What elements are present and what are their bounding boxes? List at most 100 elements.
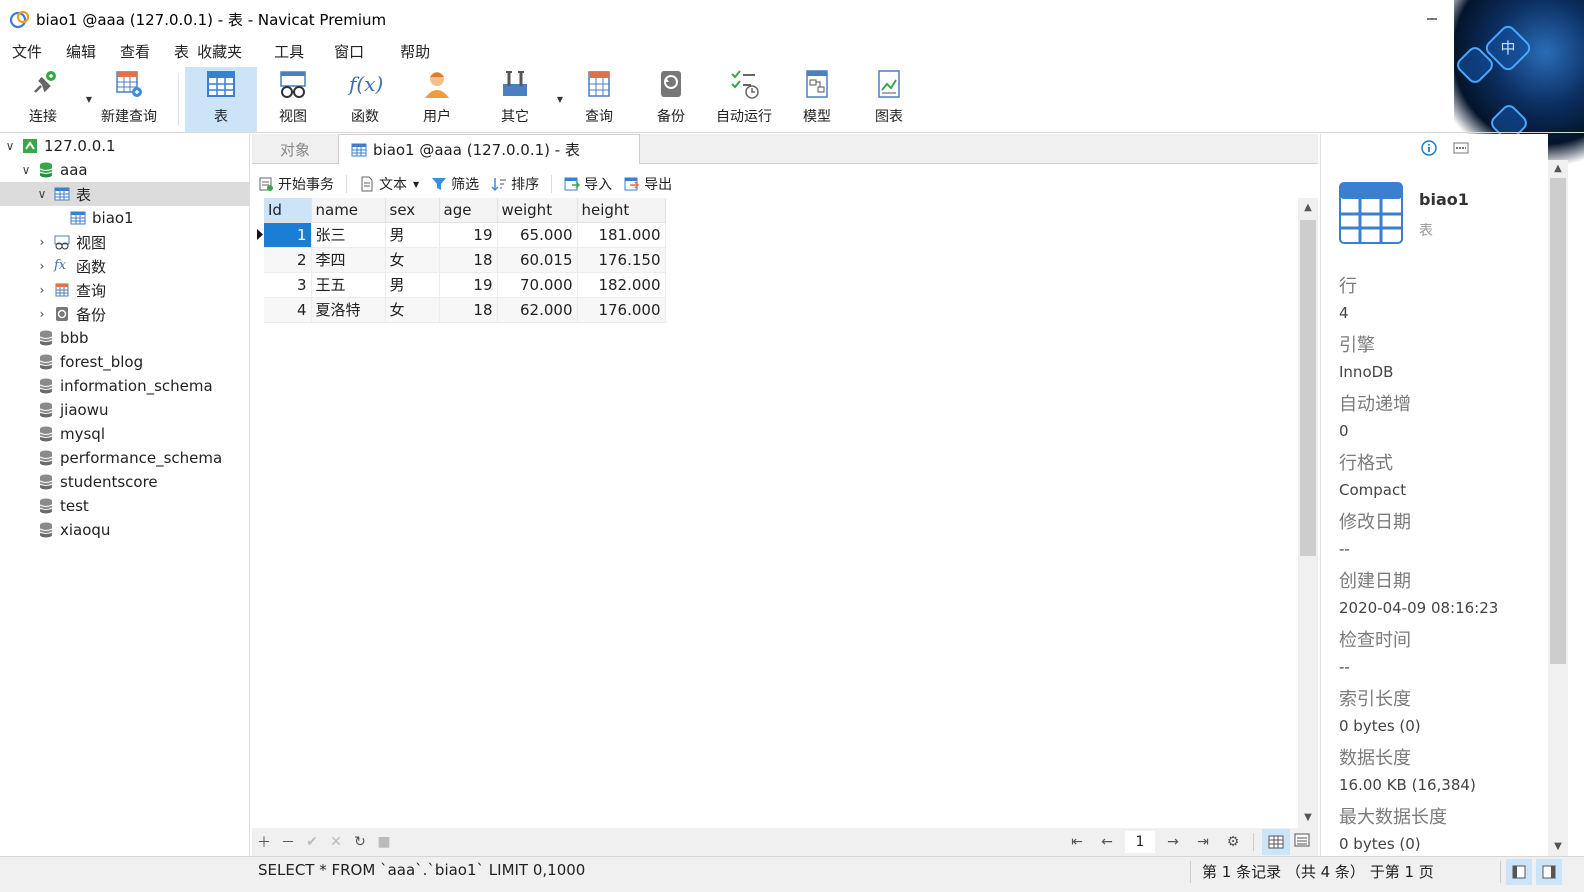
apply-changes-icon[interactable]: ✔ <box>300 834 324 850</box>
cell-name[interactable]: 夏洛特 <box>311 297 386 323</box>
tree-views-node[interactable]: › 视图 <box>0 230 249 254</box>
tree-database-aaa[interactable]: ∨ aaa <box>0 158 249 182</box>
menu-view[interactable]: 查看 <box>108 38 162 67</box>
cell-id[interactable]: 2 <box>264 247 312 273</box>
cell-weight[interactable]: 62.000 <box>497 297 578 323</box>
cell-sex[interactable]: 女 <box>385 247 440 273</box>
cell-sex[interactable]: 男 <box>385 222 440 248</box>
tab-biao1[interactable]: biao1 @aaa (127.0.0.1) - 表 <box>338 134 640 164</box>
column-header-id[interactable]: Id <box>264 198 312 223</box>
tree-database-performance_schema[interactable]: performance_schema <box>0 446 249 470</box>
cell-id[interactable]: 4 <box>264 297 312 323</box>
page-number-field[interactable]: 1 <box>1125 831 1155 853</box>
chevron-right-icon[interactable]: › <box>34 307 50 321</box>
cell-age[interactable]: 18 <box>439 297 498 323</box>
tree-tables-node[interactable]: ∨ 表 <box>0 182 249 206</box>
tree-database-jiaowu[interactable]: jiaowu <box>0 398 249 422</box>
cell-id[interactable]: 3 <box>264 272 312 298</box>
query-button[interactable]: 查询 <box>563 67 635 132</box>
scroll-up-icon[interactable]: ▲ <box>1298 198 1318 218</box>
refresh-icon[interactable]: ↻ <box>348 834 372 850</box>
stop-icon[interactable]: ■ <box>372 834 396 850</box>
filter-button[interactable]: 筛选 <box>425 171 485 197</box>
cell-sex[interactable]: 男 <box>385 272 440 298</box>
chevron-down-icon[interactable]: ∨ <box>34 187 50 201</box>
export-button[interactable]: 导出 <box>618 171 678 197</box>
scrollbar-thumb[interactable] <box>1550 178 1566 664</box>
cell-age[interactable]: 18 <box>439 247 498 273</box>
grid-vertical-scrollbar[interactable]: ▲ ▼ <box>1298 198 1318 828</box>
add-record-icon[interactable]: ＋ <box>252 832 276 852</box>
last-page-icon[interactable]: ⇥ <box>1191 834 1215 850</box>
tree-database-test[interactable]: test <box>0 494 249 518</box>
cell-height[interactable]: 176.150 <box>577 247 666 273</box>
chevron-right-icon[interactable]: › <box>34 283 50 297</box>
tree-connection[interactable]: ∨ 127.0.0.1 <box>0 134 249 158</box>
chart-button[interactable]: 图表 <box>853 67 925 132</box>
ddl-icon[interactable] <box>1453 140 1469 156</box>
toggle-tree-panel-button[interactable] <box>1506 859 1532 885</box>
column-header-weight[interactable]: weight <box>497 198 578 223</box>
table-button[interactable]: 表 <box>185 67 257 132</box>
tree-database-xiaoqu[interactable]: xiaoqu <box>0 518 249 542</box>
scrollbar-thumb[interactable] <box>1300 220 1316 556</box>
cell-height[interactable]: 176.000 <box>577 297 666 323</box>
cell-age[interactable]: 19 <box>439 222 498 248</box>
cell-name[interactable]: 李四 <box>311 247 386 273</box>
table-row[interactable]: 4 夏洛特女 18 62.000 176.000 <box>264 297 666 323</box>
sort-button[interactable]: 排序 <box>485 171 545 197</box>
others-button[interactable]: 其它 ▼ <box>473 67 563 132</box>
tree-database-mysql[interactable]: mysql <box>0 422 249 446</box>
view-button[interactable]: 视图 <box>257 67 329 132</box>
first-page-icon[interactable]: ⇤ <box>1065 834 1089 850</box>
delete-record-icon[interactable]: － <box>276 832 300 852</box>
table-row[interactable]: 3 王五男 19 70.000 182.000 <box>264 272 666 298</box>
connect-button[interactable]: 连接 ▼ <box>0 67 92 132</box>
tree-database-information_schema[interactable]: information_schema <box>0 374 249 398</box>
column-header-sex[interactable]: sex <box>385 198 440 223</box>
tree-backups-node[interactable]: › 备份 <box>0 302 249 326</box>
tree-database-studentscore[interactable]: studentscore <box>0 470 249 494</box>
tree-database-bbb[interactable]: bbb <box>0 326 249 350</box>
menu-window[interactable]: 窗口 <box>322 38 376 67</box>
chevron-down-icon[interactable]: ∨ <box>2 139 18 153</box>
tree-table-biao1[interactable]: biao1 <box>0 206 249 230</box>
menu-edit[interactable]: 编辑 <box>54 38 108 67</box>
minimize-button[interactable] <box>1422 9 1442 29</box>
cell-name[interactable]: 王五 <box>311 272 386 298</box>
text-dropdown-icon[interactable]: ▼ <box>413 180 419 189</box>
column-header-name[interactable]: name <box>311 198 386 223</box>
menu-table[interactable]: 表 <box>162 38 193 67</box>
chevron-right-icon[interactable]: › <box>34 235 50 249</box>
column-header-age[interactable]: age <box>439 198 498 223</box>
column-header-height[interactable]: height <box>577 198 666 223</box>
user-button[interactable]: 用户 <box>401 67 473 132</box>
cell-id[interactable]: 1 <box>264 222 312 248</box>
menu-file[interactable]: 文件 <box>0 38 54 67</box>
next-page-icon[interactable]: → <box>1161 834 1185 850</box>
scroll-down-icon[interactable]: ▼ <box>1548 838 1568 856</box>
model-button[interactable]: 模型 <box>781 67 853 132</box>
function-button[interactable]: f(x) 函数 <box>329 67 401 132</box>
menu-tools[interactable]: 工具 <box>262 38 316 67</box>
import-button[interactable]: 导入 <box>558 171 618 197</box>
cell-sex[interactable]: 女 <box>385 297 440 323</box>
cell-age[interactable]: 19 <box>439 272 498 298</box>
scroll-up-icon[interactable]: ▲ <box>1548 160 1568 178</box>
menu-help[interactable]: 帮助 <box>388 38 442 67</box>
cell-height[interactable]: 181.000 <box>577 222 666 248</box>
begin-transaction-button[interactable]: 开始事务 <box>252 171 340 197</box>
toggle-info-panel-button[interactable] <box>1536 859 1562 885</box>
form-view-button[interactable] <box>1290 832 1314 852</box>
table-row[interactable]: 2 李四女 18 60.015 176.150 <box>264 247 666 273</box>
scroll-down-icon[interactable]: ▼ <box>1298 808 1318 828</box>
cell-height[interactable]: 182.000 <box>577 272 666 298</box>
backup-button[interactable]: 备份 <box>635 67 707 132</box>
chevron-right-icon[interactable]: › <box>34 259 50 273</box>
text-view-button[interactable]: 文本 ▼ <box>353 171 425 197</box>
info-vertical-scrollbar[interactable]: ▲ ▼ <box>1548 160 1568 856</box>
cell-weight[interactable]: 65.000 <box>497 222 578 248</box>
chevron-down-icon[interactable]: ∨ <box>18 163 34 177</box>
info-icon[interactable] <box>1421 140 1437 156</box>
tree-functions-node[interactable]: › fx 函数 <box>0 254 249 278</box>
